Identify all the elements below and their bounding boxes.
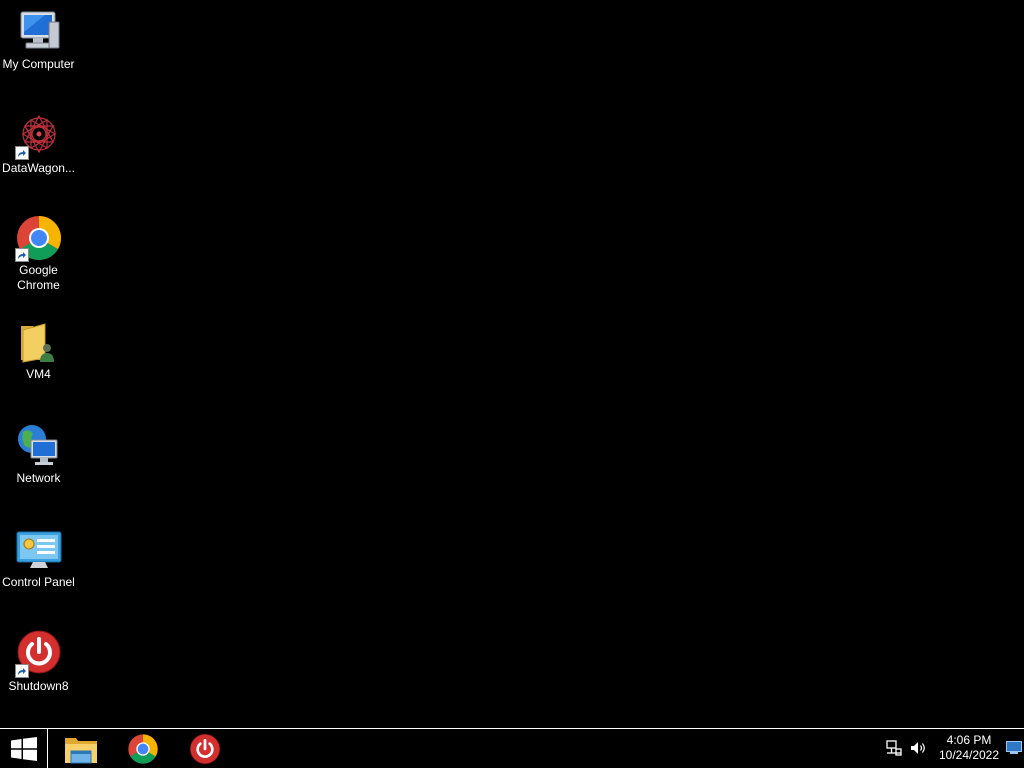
clock-time: 4:06 PM (946, 733, 992, 747)
datawagon-icon (14, 112, 63, 160)
desktop-icon-label: Shutdown8 (8, 679, 69, 693)
shortcut-arrow-icon (14, 146, 29, 160)
taskbar-clock[interactable]: 4:06 PM 10/24/2022 (936, 733, 1002, 763)
desktop-icon-label: DataWagon... (2, 161, 75, 175)
desktop-icon-label: My Computer (2, 57, 75, 71)
folder-icon (15, 318, 63, 366)
desktop-icon-my-computer[interactable]: My Computer (0, 8, 77, 72)
control-panel-icon (15, 526, 63, 574)
desktop-icon-google-chrome[interactable]: Google Chrome (0, 214, 77, 293)
taskbar-file-explorer[interactable] (53, 729, 109, 768)
show-desktop-icon[interactable] (1006, 741, 1022, 755)
my-computer-icon (15, 8, 63, 56)
shortcut-arrow-icon (14, 248, 29, 262)
desktop-icon-network[interactable]: Network (0, 422, 77, 486)
taskbar-google-chrome[interactable] (115, 729, 171, 768)
chrome-icon (128, 733, 158, 764)
desktop: My Computer DataWagon... Google Chrome V… (0, 0, 1024, 728)
network-tray-icon[interactable] (885, 739, 903, 757)
chrome-icon (14, 214, 63, 262)
desktop-icon-label: VM4 (26, 367, 51, 381)
windows-logo-icon (10, 736, 37, 761)
desktop-icon-vm4[interactable]: VM4 (0, 318, 77, 382)
start-button[interactable] (0, 729, 48, 768)
desktop-icon-control-panel[interactable]: Control Panel (0, 526, 77, 590)
shortcut-arrow-icon (14, 664, 29, 678)
desktop-icon-label: Google Chrome (17, 263, 60, 292)
desktop-icon-shutdown8[interactable]: Shutdown8 (0, 630, 77, 694)
taskbar: 4:06 PM 10/24/2022 (0, 728, 1024, 768)
clock-date: 10/24/2022 (938, 748, 1000, 762)
desktop-icon-label: Control Panel (2, 575, 75, 589)
network-icon (15, 422, 63, 470)
desktop-icon-datawagon[interactable]: DataWagon... (0, 112, 77, 176)
desktop-icon-label: Network (16, 471, 61, 485)
volume-icon[interactable] (909, 739, 927, 757)
power-icon (190, 733, 220, 764)
taskbar-shutdown8[interactable] (177, 729, 233, 768)
power-icon (14, 630, 63, 678)
file-explorer-icon (65, 737, 97, 763)
